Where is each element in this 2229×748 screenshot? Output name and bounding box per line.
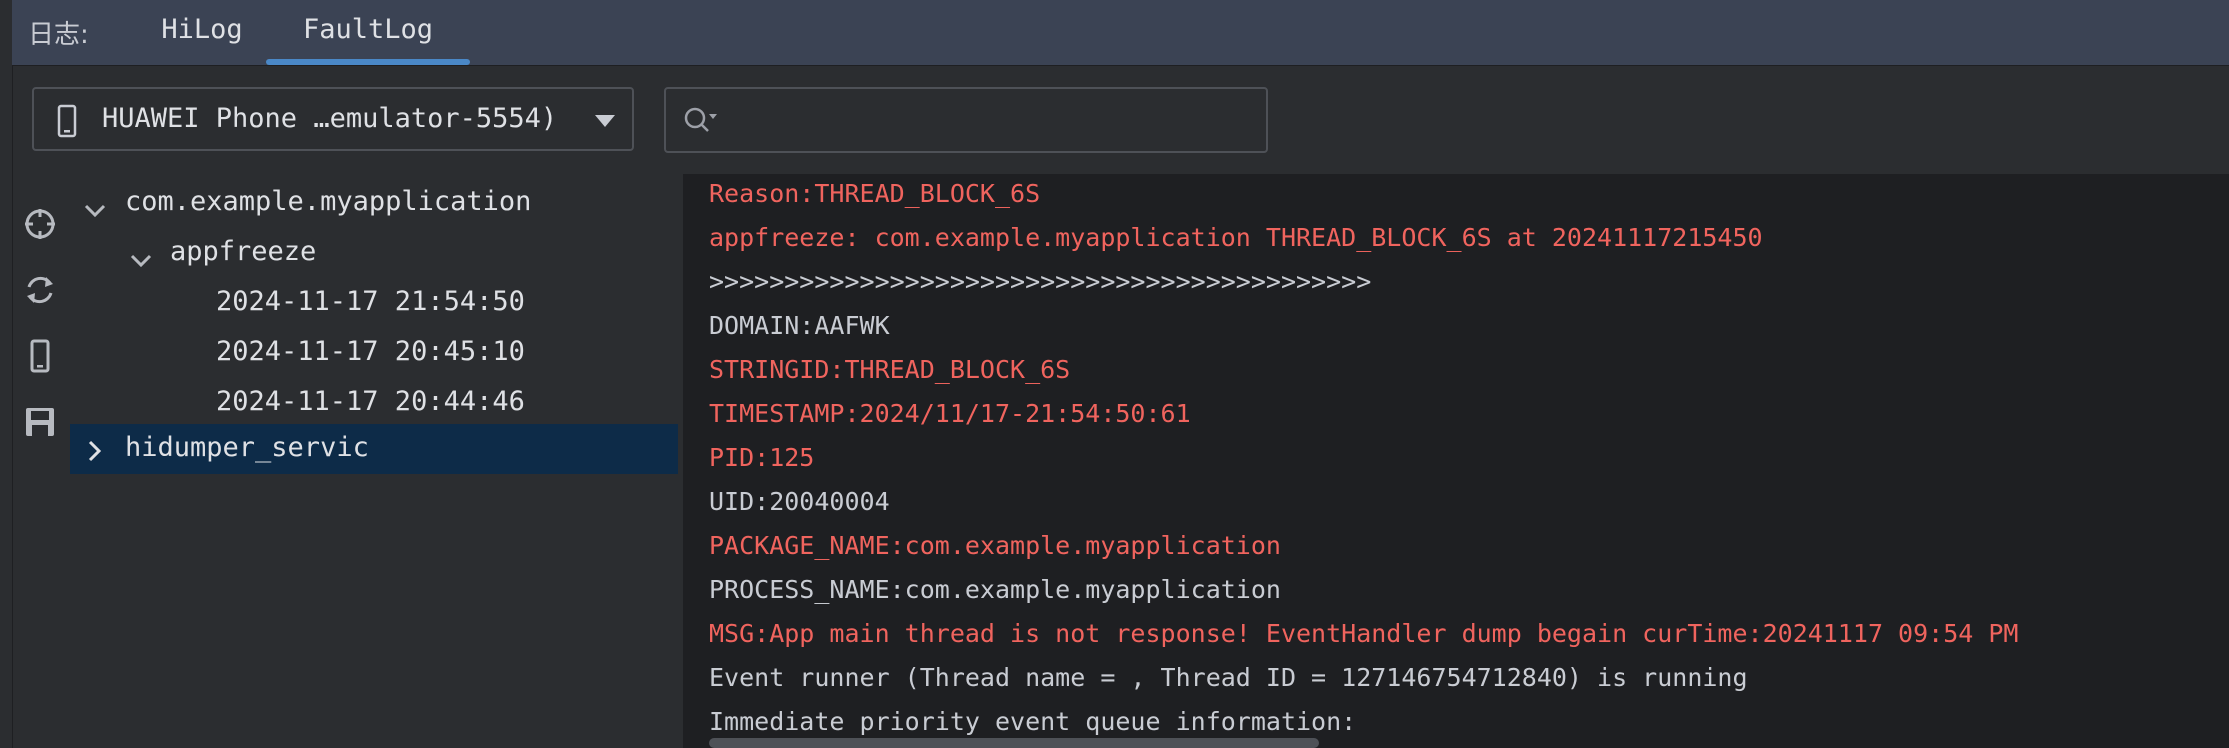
search-box[interactable] [664, 87, 1268, 153]
tree-item-hidumper[interactable]: hidumper_servic [70, 424, 678, 474]
log-line: DOMAIN:AAFWK [709, 311, 890, 340]
save-button[interactable] [18, 402, 62, 446]
log-line: STRINGID:THREAD_BLOCK_6S [709, 355, 1071, 384]
log-line: MSG:App main thread is not response! Eve… [709, 619, 2019, 648]
refresh-button[interactable] [18, 270, 62, 314]
chevron-right-icon[interactable] [88, 438, 102, 469]
tab-faultlog[interactable]: FaultLog [264, 14, 472, 65]
log-line: >>>>>>>>>>>>>>>>>>>>>>>>>>>>>>>>>>>>>>>>… [709, 267, 1372, 296]
refresh-icon [22, 272, 58, 312]
search-input[interactable] [732, 99, 1256, 141]
tree-item-label: appfreeze [170, 236, 317, 267]
log-tab-bar: 日志: HiLog FaultLog [12, 0, 2229, 66]
log-line: PROCESS_NAME:com.example.myapplication [709, 575, 1281, 604]
tree-item-log-entry[interactable]: 2024-11-17 21:54:50 [70, 278, 678, 328]
chevron-down-icon [594, 113, 616, 132]
device-selector[interactable]: HUAWEI Phone …emulator-5554) [32, 87, 634, 151]
tree-item-label: 2024-11-17 20:44:46 [216, 386, 525, 417]
log-line: PID:125 [709, 443, 815, 472]
tab-faultlog-label: FaultLog [302, 14, 434, 45]
save-icon [22, 404, 58, 444]
faultlog-tree: com.example.myapplication appfreeze 2024… [70, 178, 678, 748]
tab-hilog[interactable]: HiLog [148, 14, 256, 65]
tree-item-log-entry[interactable]: 2024-11-17 20:44:46 [70, 378, 678, 428]
log-line: Event runner (Thread name = , Thread ID … [709, 663, 1748, 692]
active-tab-indicator [266, 59, 470, 65]
tree-item-log-entry[interactable]: 2024-11-17 20:45:10 [70, 328, 678, 378]
phone-icon [56, 104, 78, 142]
chevron-down-icon[interactable] [130, 244, 152, 275]
phone-icon [22, 338, 58, 378]
tabs-prefix-label: 日志: [28, 20, 89, 50]
locate-button[interactable] [18, 204, 62, 248]
tree-item-label: hidumper_servic [125, 432, 369, 463]
tab-hilog-label: HiLog [161, 14, 243, 45]
tree-item-label: 2024-11-17 20:45:10 [216, 336, 525, 367]
locate-icon [22, 206, 58, 246]
device-button[interactable] [18, 336, 62, 380]
horizontal-scrollbar[interactable] [709, 738, 1319, 748]
log-content-panel[interactable]: Reason:THREAD_BLOCK_6S appfreeze: com.ex… [683, 174, 2229, 748]
tree-item-label: 2024-11-17 21:54:50 [216, 286, 525, 317]
log-line: UID:20040004 [709, 487, 890, 516]
chevron-down-icon[interactable] [84, 194, 106, 225]
log-line: TIMESTAMP:2024/11/17-21:54:50:61 [709, 399, 1191, 428]
tree-item-appfreeze[interactable]: appfreeze [70, 228, 678, 278]
log-line: appfreeze: com.example.myapplication THR… [709, 223, 1763, 252]
log-line: PACKAGE_NAME:com.example.myapplication [709, 531, 1281, 560]
tree-item-label: com.example.myapplication [125, 186, 532, 217]
log-line: Immediate priority event queue informati… [709, 707, 1357, 736]
search-icon [682, 105, 722, 141]
log-line: Reason:THREAD_BLOCK_6S [709, 179, 1041, 208]
device-selector-label: HUAWEI Phone …emulator-5554) [102, 103, 558, 134]
tree-item-package[interactable]: com.example.myapplication [70, 178, 678, 228]
left-edge-strip [0, 0, 13, 748]
